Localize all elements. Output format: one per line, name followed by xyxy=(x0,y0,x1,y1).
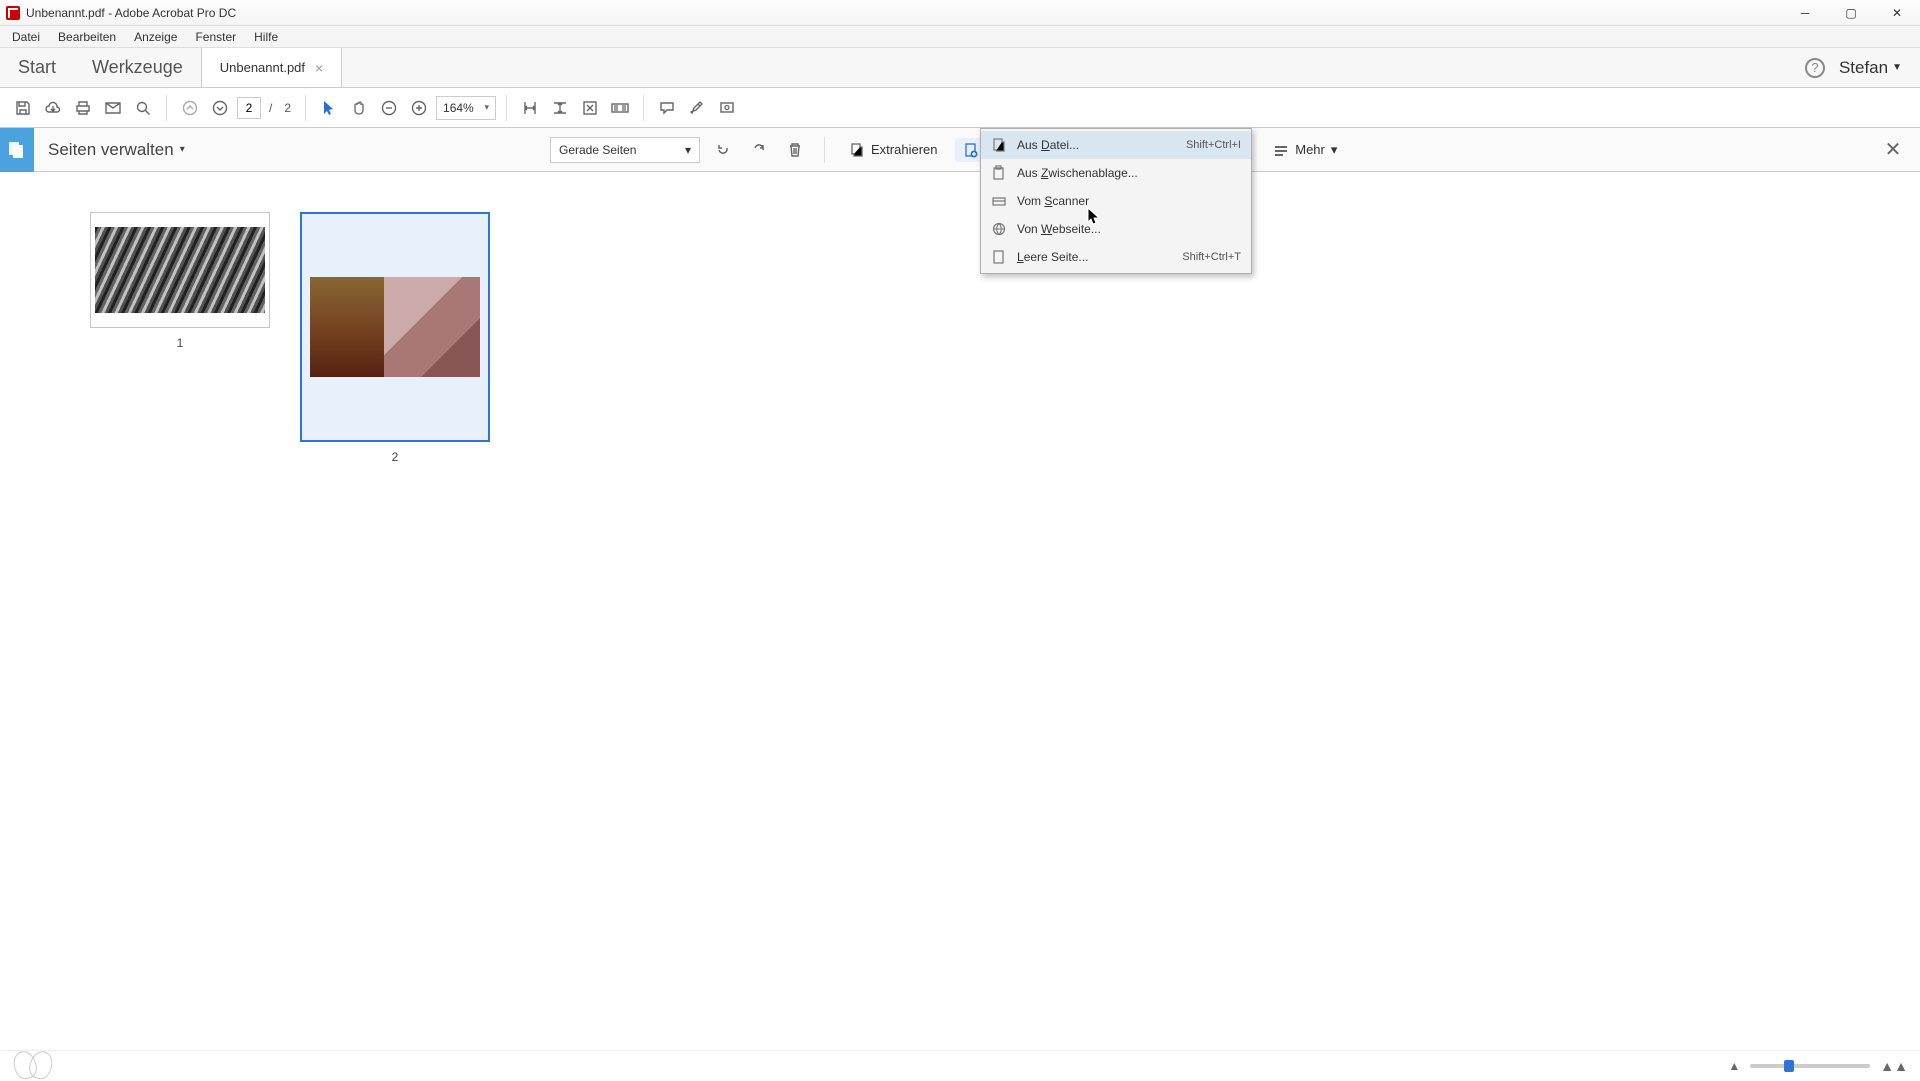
minimize-button[interactable]: ─ xyxy=(1782,0,1828,26)
page-separator: / xyxy=(265,101,276,115)
main-toolbar: / 2 164% ▾ xyxy=(0,88,1920,128)
organize-pages-icon[interactable] xyxy=(0,128,34,172)
status-bar: ▲ ▲▲ xyxy=(0,1050,1920,1080)
zoom-select[interactable]: 164% ▾ xyxy=(436,96,496,120)
user-label: Stefan xyxy=(1839,58,1888,78)
read-mode-icon[interactable] xyxy=(607,95,633,121)
organize-pages-label: Seiten verwalten xyxy=(48,140,174,160)
rotate-right-icon[interactable] xyxy=(746,137,772,163)
insert-dropdown: Aus Datei... Shift+Ctrl+I Aus Zwischenab… xyxy=(980,128,1252,274)
more-label: Mehr xyxy=(1295,142,1325,157)
chevron-down-icon: ▾ xyxy=(180,144,185,155)
delete-icon[interactable] xyxy=(782,137,808,163)
organize-pages-bar: Seiten verwalten ▾ Gerade Seiten ▾ Extra… xyxy=(0,128,1920,172)
tab-document-label: Unbenannt.pdf xyxy=(220,60,305,75)
window-title: Unbenannt.pdf - Adobe Acrobat Pro DC xyxy=(26,6,236,20)
page-filter-select[interactable]: Gerade Seiten ▾ xyxy=(550,137,700,163)
separator xyxy=(305,95,306,121)
rotate-left-icon[interactable] xyxy=(710,137,736,163)
thumbnail-size-slider[interactable] xyxy=(1750,1064,1870,1068)
thumbnail-image xyxy=(95,227,265,313)
mail-icon[interactable] xyxy=(100,95,126,121)
app-icon xyxy=(6,6,20,20)
search-icon[interactable] xyxy=(130,95,156,121)
help-icon[interactable]: ? xyxy=(1805,58,1825,78)
menu-window[interactable]: Fenster xyxy=(187,28,244,46)
page-thumbnail-2[interactable]: 2 xyxy=(300,212,490,464)
zoom-value: 164% xyxy=(443,101,474,115)
expand-icon[interactable]: ▲▲ xyxy=(1880,1058,1908,1074)
chevron-down-icon: ▼ xyxy=(1892,62,1902,73)
page-thumbnail-1[interactable]: 1 xyxy=(90,212,270,350)
pointer-icon[interactable] xyxy=(316,95,342,121)
page-total: 2 xyxy=(280,101,295,115)
print-icon[interactable] xyxy=(70,95,96,121)
thumbnails-canvas[interactable]: 1 2 xyxy=(0,172,1920,1050)
extract-button[interactable]: Extrahieren xyxy=(841,138,945,162)
insert-from-webpage[interactable]: Von Webseite... xyxy=(981,215,1251,243)
insert-blank-page[interactable]: Leere Seite... Shift+Ctrl+T xyxy=(981,243,1251,271)
separator xyxy=(506,95,507,121)
separator xyxy=(643,95,644,121)
insert-from-file[interactable]: Aus Datei... Shift+Ctrl+I xyxy=(981,131,1251,159)
stamp-icon[interactable] xyxy=(714,95,740,121)
insert-from-clipboard[interactable]: Aus Zwischenablage... xyxy=(981,159,1251,187)
tab-document[interactable]: Unbenannt.pdf × xyxy=(201,48,342,87)
save-icon[interactable] xyxy=(10,95,36,121)
separator xyxy=(824,137,825,163)
hand-icon[interactable] xyxy=(346,95,372,121)
more-button[interactable]: Mehr ▾ xyxy=(1265,138,1345,162)
menu-help[interactable]: Hilfe xyxy=(246,28,286,46)
shortcut-label: Shift+Ctrl+I xyxy=(1186,139,1241,151)
fit-page-icon[interactable] xyxy=(547,95,573,121)
page-number-label: 2 xyxy=(392,450,399,464)
close-button[interactable]: ✕ xyxy=(1874,0,1920,26)
fit-width-icon[interactable] xyxy=(517,95,543,121)
fit-visible-icon[interactable] xyxy=(577,95,603,121)
window-controls: ─ ▢ ✕ xyxy=(1782,0,1920,26)
slider-knob[interactable] xyxy=(1784,1060,1794,1072)
extract-label: Extrahieren xyxy=(871,142,937,157)
tab-start[interactable]: Start xyxy=(0,48,74,87)
user-menu[interactable]: Stefan ▼ xyxy=(1839,58,1902,78)
menu-view[interactable]: Anzeige xyxy=(126,28,185,46)
close-panel-button[interactable]: ✕ xyxy=(1880,137,1906,163)
menu-edit[interactable]: Bearbeiten xyxy=(50,28,124,46)
page-down-icon[interactable] xyxy=(207,95,233,121)
menubar: Datei Bearbeiten Anzeige Fenster Hilfe xyxy=(0,26,1920,48)
shortcut-label: Shift+Ctrl+T xyxy=(1182,251,1241,263)
cloud-icon[interactable] xyxy=(40,95,66,121)
page-number-input[interactable] xyxy=(237,97,261,119)
page-up-icon[interactable] xyxy=(177,95,203,121)
menu-file[interactable]: Datei xyxy=(4,28,48,46)
maximize-button[interactable]: ▢ xyxy=(1828,0,1874,26)
collapse-icon[interactable]: ▲ xyxy=(1728,1059,1740,1073)
chevron-down-icon: ▾ xyxy=(1331,142,1338,158)
chevron-down-icon: ▾ xyxy=(685,143,691,157)
insert-from-scanner[interactable]: Vom Scanner xyxy=(981,187,1251,215)
butterfly-icon xyxy=(12,1051,58,1081)
separator xyxy=(166,95,167,121)
organize-pages-title[interactable]: Seiten verwalten ▾ xyxy=(34,140,185,160)
highlight-icon[interactable] xyxy=(684,95,710,121)
tab-close-icon[interactable]: × xyxy=(315,60,323,76)
titlebar: Unbenannt.pdf - Adobe Acrobat Pro DC ─ ▢… xyxy=(0,0,1920,26)
tab-tools[interactable]: Werkzeuge xyxy=(74,48,201,87)
zoom-out-icon[interactable] xyxy=(376,95,402,121)
tab-row: Start Werkzeuge Unbenannt.pdf × ? Stefan… xyxy=(0,48,1920,88)
zoom-in-icon[interactable] xyxy=(406,95,432,121)
page-filter-value: Gerade Seiten xyxy=(559,143,636,157)
thumbnail-image xyxy=(310,277,480,377)
page-number-label: 1 xyxy=(177,336,184,350)
chevron-down-icon: ▾ xyxy=(485,102,490,113)
comment-icon[interactable] xyxy=(654,95,680,121)
